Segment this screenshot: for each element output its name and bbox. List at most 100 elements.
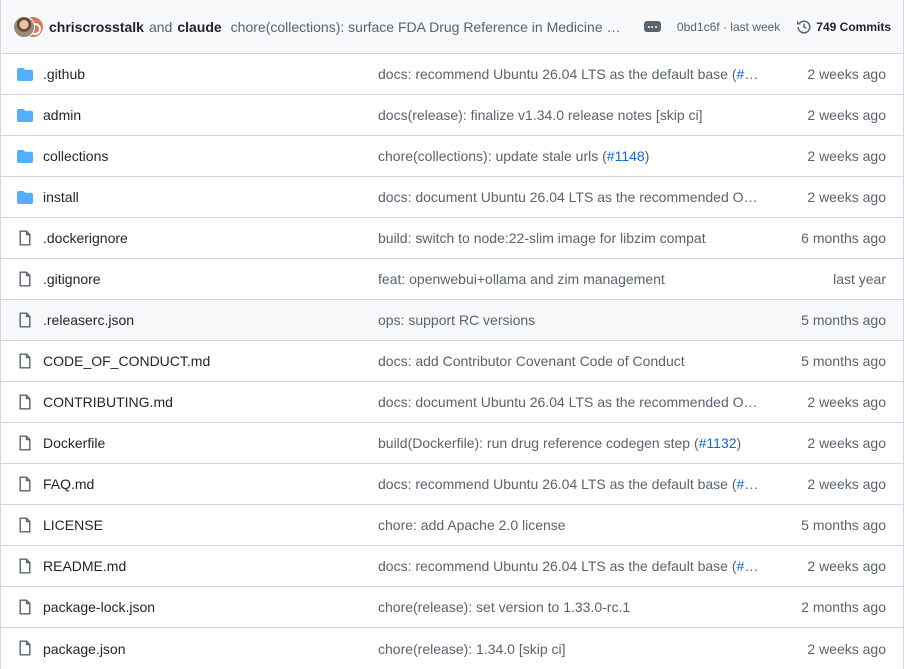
commit-message-link[interactable]: docs(release): finalize v1.34.0 release … [378, 107, 763, 123]
file-name-link[interactable]: admin [43, 107, 81, 123]
file-name-link[interactable]: CONTRIBUTING.md [43, 394, 173, 410]
pull-request-link[interactable]: #11 [737, 476, 759, 492]
commit-message-suffix: ... [758, 66, 763, 82]
commit-message-text: chore(release): 1.34.0 [skip ci] [378, 640, 566, 657]
commit-message-link[interactable]: feat: openwebui+ollama and zim managemen… [378, 271, 763, 287]
commit-message-link[interactable]: docs: document Ubuntu 26.04 LTS as the r… [378, 189, 763, 205]
commit-message-suffix: ) [644, 148, 650, 164]
commits-count-label: 749 Commits [816, 19, 891, 34]
latest-commit-bar: chriscrosstalk and claude chore(collecti… [1, 0, 903, 54]
avatar-chriscrosstalk[interactable] [13, 15, 35, 38]
commit-message-text: docs: document Ubuntu 26.04 LTS as the r… [378, 189, 763, 205]
commit-message-text: docs: document Ubuntu 26.04 LTS as the r… [378, 394, 763, 410]
commit-message-suffix: ... [758, 558, 763, 574]
commit-message-text: docs: add Contributor Covenant Code of C… [378, 353, 685, 369]
file-list: .github docs: recommend Ubuntu 26.04 LTS … [1, 54, 903, 669]
commit-date: 6 months ago [801, 230, 886, 246]
commit-date: 2 weeks ago [807, 107, 886, 123]
pull-request-link[interactable]: #11 [737, 558, 759, 574]
commit-message-link[interactable]: chore: add Apache 2.0 license [378, 517, 763, 533]
commit-message-link[interactable]: chore(release): 1.34.0 [skip ci] [378, 641, 763, 657]
file-icon [17, 476, 33, 492]
commit-message-suffix: ) [736, 435, 742, 451]
commit-date: 2 months ago [801, 599, 886, 615]
file-row[interactable]: admin docs(release): finalize v1.34.0 rel… [1, 95, 903, 136]
pull-request-link[interactable]: #1148 [607, 148, 645, 164]
commit-message-link[interactable]: chore(collections): update stale urls (#… [378, 148, 763, 164]
commit-date: 2 weeks ago [807, 66, 886, 82]
file-row[interactable]: package-lock.json chore(release): set ver… [1, 587, 903, 628]
commit-message-text: chore(release): set version to 1.33.0-rc… [378, 599, 631, 615]
file-row[interactable]: package.json chore(release): 1.34.0 [skip… [1, 628, 903, 669]
file-row[interactable]: Dockerfile build(Dockerfile): run drug re… [1, 423, 903, 464]
file-name-link[interactable]: FAQ.md [43, 476, 94, 492]
commit-message-text: chore: add Apache 2.0 license [378, 517, 566, 533]
file-icon [17, 271, 33, 287]
folder-icon [17, 148, 33, 164]
file-row[interactable]: .github docs: recommend Ubuntu 26.04 LTS … [1, 54, 903, 95]
avatar-group[interactable] [13, 15, 44, 38]
file-row[interactable]: CONTRIBUTING.md docs: document Ubuntu 26.… [1, 382, 903, 423]
commit-message-text: feat: openwebui+ollama and zim managemen… [378, 271, 665, 287]
commit-message-text: build: switch to node:22-slim image for … [378, 230, 706, 246]
file-name-link[interactable]: .gitignore [43, 271, 101, 287]
commit-message-link[interactable]: docs: recommend Ubuntu 26.04 LTS as the … [378, 558, 763, 574]
commits-count-link[interactable]: 749 Commits [796, 19, 891, 35]
file-row[interactable]: .gitignore feat: openwebui+ollama and zim… [1, 259, 903, 300]
file-name-link[interactable]: .dockerignore [43, 230, 128, 246]
file-row[interactable]: CODE_OF_CONDUCT.md docs: add Contributor … [1, 341, 903, 382]
file-row[interactable]: .releaserc.json ops: support RC versions 5… [1, 300, 903, 341]
ellipsis-icon[interactable] [643, 21, 661, 32]
commit-message-text: docs(release): finalize v1.34.0 release … [378, 107, 703, 123]
file-name-link[interactable]: Dockerfile [43, 435, 105, 451]
file-name-link[interactable]: install [43, 189, 79, 205]
commit-sha-time[interactable]: 0bd1c6f · last week [677, 20, 780, 34]
commit-date: 2 weeks ago [807, 640, 886, 657]
latest-commit-message[interactable]: chore(collections): surface FDA Drug Ref… [231, 19, 628, 35]
commit-date: 2 weeks ago [807, 558, 886, 574]
file-icon [17, 353, 33, 369]
commit-message-link[interactable]: build: switch to node:22-slim image for … [378, 230, 763, 246]
file-name-link[interactable]: .releaserc.json [43, 312, 134, 328]
file-name-link[interactable]: package-lock.json [43, 599, 155, 615]
file-row[interactable]: README.md docs: recommend Ubuntu 26.04 LT… [1, 546, 903, 587]
file-name-link[interactable]: CODE_OF_CONDUCT.md [43, 353, 210, 369]
commit-date: 5 months ago [801, 312, 886, 328]
commit-date: 2 weeks ago [807, 189, 886, 205]
file-name-link[interactable]: .github [43, 66, 85, 82]
file-row[interactable]: LICENSE chore: add Apache 2.0 license 5 mo… [1, 505, 903, 546]
file-row[interactable]: .dockerignore build: switch to node:22-sl… [1, 218, 903, 259]
commit-message-suffix: ... [758, 476, 763, 492]
commit-message-link[interactable]: docs: add Contributor Covenant Code of C… [378, 353, 763, 369]
file-browser: chriscrosstalk and claude chore(collecti… [0, 0, 904, 669]
file-icon [17, 394, 33, 410]
file-name-link[interactable]: LICENSE [43, 517, 103, 533]
file-name-link[interactable]: collections [43, 148, 108, 164]
commit-date: last year [833, 271, 886, 287]
file-row[interactable]: collections chore(collections): update st… [1, 136, 903, 177]
file-icon [17, 435, 33, 451]
commit-date: 2 weeks ago [807, 148, 886, 164]
file-icon [17, 230, 33, 246]
commit-message-text: chore(collections): update stale urls ( [378, 148, 607, 164]
file-row[interactable]: install docs: document Ubuntu 26.04 LTS a… [1, 177, 903, 218]
commit-message-link[interactable]: docs: recommend Ubuntu 26.04 LTS as the … [378, 66, 763, 82]
file-name-link[interactable]: package.json [43, 641, 126, 657]
commit-message-link[interactable]: docs: document Ubuntu 26.04 LTS as the r… [378, 394, 763, 410]
commit-message-text: docs: recommend Ubuntu 26.04 LTS as the … [378, 558, 737, 574]
commit-message-link[interactable]: chore(release): set version to 1.33.0-rc… [378, 599, 763, 615]
commit-date: 2 weeks ago [807, 394, 886, 410]
commit-message-text: ops: support RC versions [378, 312, 536, 328]
commit-message-link[interactable]: docs: recommend Ubuntu 26.04 LTS as the … [378, 476, 763, 492]
pull-request-link[interactable]: #11 [737, 66, 759, 82]
file-row[interactable]: FAQ.md docs: recommend Ubuntu 26.04 LTS a… [1, 464, 903, 505]
commit-coauthor-link[interactable]: claude [177, 19, 221, 35]
folder-icon [17, 66, 33, 82]
commit-author-link[interactable]: chriscrosstalk [49, 19, 144, 35]
commit-message-text: docs: recommend Ubuntu 26.04 LTS as the … [378, 476, 737, 492]
commit-message-link[interactable]: build(Dockerfile): run drug reference co… [378, 435, 763, 451]
commit-message-link[interactable]: ops: support RC versions [378, 312, 763, 328]
pull-request-link[interactable]: #1132 [699, 435, 737, 451]
file-name-link[interactable]: README.md [43, 558, 126, 574]
commit-message-text: docs: recommend Ubuntu 26.04 LTS as the … [378, 66, 737, 82]
